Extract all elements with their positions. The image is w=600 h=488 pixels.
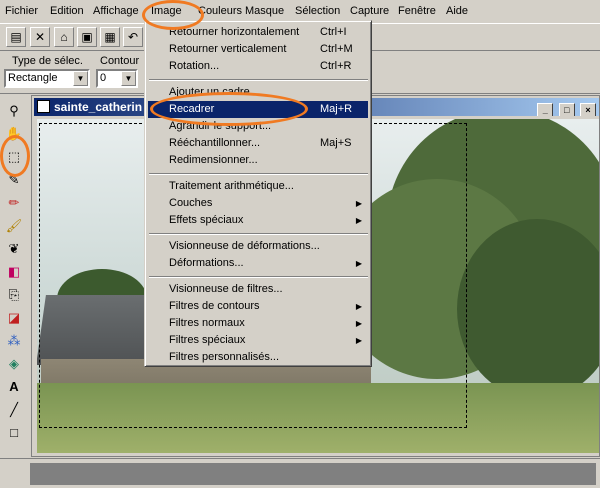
menu-couleurs[interactable]: Couleurs: [198, 5, 242, 17]
menu-item-channels[interactable]: Couches ▶: [148, 195, 368, 212]
menu-item-edge-filters[interactable]: Filtres de contours ▶: [148, 298, 368, 315]
menu-separator: [149, 276, 368, 278]
contour-label: Contour: [100, 55, 140, 67]
maximize-icon[interactable]: □: [558, 103, 575, 116]
menu-item-arithmetic[interactable]: Traitement arithmétique...: [148, 178, 368, 195]
close-icon[interactable]: ×: [580, 103, 596, 116]
menu-item-custom-filters[interactable]: Filtres personnalisés...: [148, 349, 368, 366]
pencil-icon[interactable]: ✏: [3, 192, 25, 214]
status-panel: [30, 463, 596, 485]
menu-masque[interactable]: Masque: [245, 5, 284, 17]
menu-item-rotation[interactable]: Rotation... Ctrl+R: [148, 58, 368, 75]
menu-item-resample[interactable]: Rééchantillonner... Maj+S: [148, 135, 368, 152]
annotation-ring-selection-tool: [0, 135, 30, 177]
menu-affichage[interactable]: Affichage: [93, 5, 139, 17]
menu-fenetre[interactable]: Fenêtre: [398, 5, 436, 17]
submenu-arrow-icon: ▶: [355, 336, 362, 345]
document-title: sainte_catherin: [54, 100, 143, 114]
menu-separator: [149, 79, 368, 81]
image-menu-dropdown: Retourner horizontalement Ctrl+I Retourn…: [144, 20, 372, 367]
zoom-icon[interactable]: ⚲: [3, 100, 25, 122]
submenu-arrow-icon: ▶: [355, 216, 362, 225]
new-icon[interactable]: ▤: [6, 27, 26, 47]
selection-type-label: Type de sélec.: [12, 55, 83, 67]
menu-fichier[interactable]: Fichier: [5, 5, 38, 17]
chevron-down-icon[interactable]: ▼: [121, 71, 136, 86]
menu-capture[interactable]: Capture: [350, 5, 389, 17]
selection-type-value: Rectangle: [8, 72, 58, 84]
selection-type-select[interactable]: Rectangle ▼: [4, 69, 90, 88]
submenu-arrow-icon: ▶: [355, 319, 362, 328]
menu-separator: [149, 233, 368, 235]
menu-item-resize[interactable]: Redimensionner...: [148, 152, 368, 169]
fill-icon[interactable]: ◧: [3, 261, 25, 283]
contour-field[interactable]: 0 ▼: [96, 69, 138, 88]
eraser-icon[interactable]: ◪: [3, 307, 25, 329]
menu-edition[interactable]: Edition: [50, 5, 84, 17]
close-icon[interactable]: ✕: [30, 27, 50, 47]
rectangle-icon[interactable]: □: [3, 422, 25, 444]
document-icon: [37, 100, 50, 113]
menu-selection[interactable]: Sélection: [295, 5, 340, 17]
annotation-ring-image-menu: [142, 0, 204, 30]
menu-item-deformations[interactable]: Déformations... ▶: [148, 255, 368, 272]
window-controls: _ □ ×: [535, 100, 596, 116]
submenu-arrow-icon: ▶: [355, 259, 362, 268]
undo-icon[interactable]: ↶: [123, 27, 143, 47]
chevron-down-icon[interactable]: ▼: [73, 71, 88, 86]
flood-fill-icon[interactable]: ◈: [3, 353, 25, 375]
annotation-ring-crop: [150, 92, 308, 126]
open-icon[interactable]: ⌂: [54, 27, 74, 47]
text-icon[interactable]: A: [3, 376, 25, 398]
line-icon[interactable]: ╱: [3, 399, 25, 421]
save-icon[interactable]: ▣: [77, 27, 97, 47]
airbrush-icon[interactable]: ❦: [3, 238, 25, 260]
menu-separator: [149, 173, 368, 175]
contour-value: 0: [100, 72, 107, 84]
submenu-arrow-icon: ▶: [355, 302, 362, 311]
clone-icon[interactable]: ⎘: [3, 284, 25, 306]
status-bar: [0, 458, 600, 488]
menu-item-special-effects[interactable]: Effets spéciaux ▶: [148, 212, 368, 229]
menu-item-filter-viewer[interactable]: Visionneuse de filtres...: [148, 281, 368, 298]
menu-item-flip-vertical[interactable]: Retourner verticalement Ctrl+M: [148, 41, 368, 58]
menu-item-normal-filters[interactable]: Filtres normaux ▶: [148, 315, 368, 332]
menu-item-deformation-viewer[interactable]: Visionneuse de déformations...: [148, 238, 368, 255]
spray-icon[interactable]: ⁂: [3, 330, 25, 352]
submenu-arrow-icon: ▶: [355, 199, 362, 208]
menu-aide[interactable]: Aide: [446, 5, 468, 17]
brush-icon[interactable]: 🖌: [3, 215, 25, 237]
minimize-icon[interactable]: _: [537, 103, 554, 116]
print-icon[interactable]: ▦: [100, 27, 120, 47]
menu-item-special-filters[interactable]: Filtres spéciaux ▶: [148, 332, 368, 349]
